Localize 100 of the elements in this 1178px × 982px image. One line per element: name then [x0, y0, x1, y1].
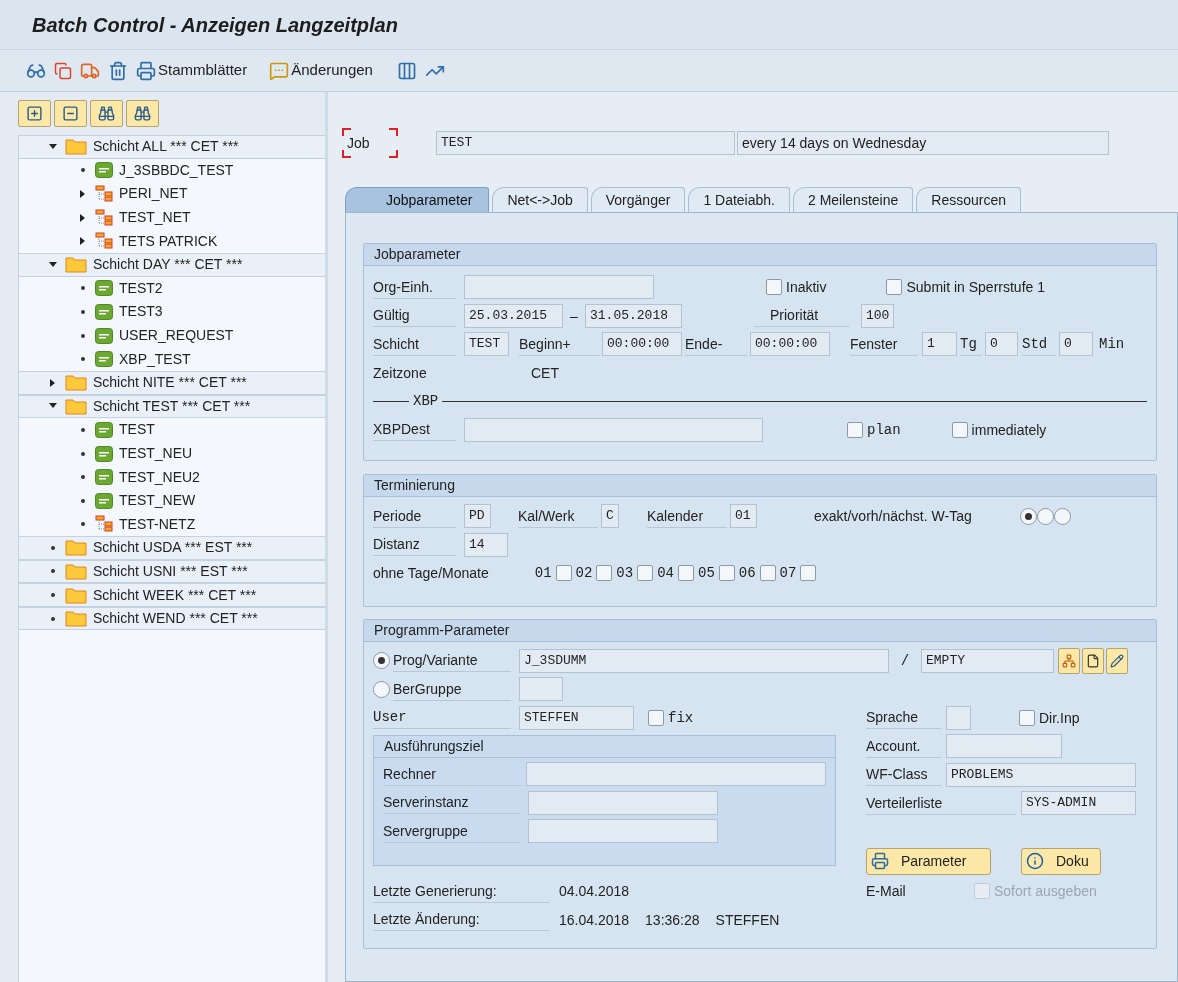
tree-node-label: Schicht ALL *** CET ***	[93, 137, 239, 157]
tree-node[interactable]: TEST_NEU2	[19, 465, 325, 489]
input-field[interactable]: C	[601, 504, 619, 529]
input-field[interactable]: EMPTY	[921, 648, 1054, 673]
checkbox[interactable]	[886, 279, 903, 296]
input-field[interactable]: 01	[730, 504, 757, 529]
input-field[interactable]: 0	[1059, 332, 1093, 357]
job-icon	[95, 469, 113, 486]
input-field[interactable]: 1	[922, 332, 957, 357]
tree-node[interactable]: TEST_NEW	[19, 488, 325, 513]
input-field[interactable]	[946, 705, 971, 730]
parameter-button[interactable]: Parameter	[866, 847, 991, 875]
input-field[interactable]	[464, 275, 654, 300]
checkbox[interactable]	[637, 565, 654, 582]
input-field[interactable]: 25.03.2015	[464, 303, 563, 328]
copy-icon[interactable]	[54, 61, 72, 80]
tree-node[interactable]: TETS PATRICK	[19, 229, 325, 253]
tab[interactable]: Net<->Job	[492, 187, 588, 212]
radio-button[interactable]	[1036, 507, 1054, 525]
input-field[interactable]: 14	[464, 532, 508, 557]
collapse-all-button[interactable]	[54, 100, 87, 127]
field-label: Kalender	[647, 504, 727, 528]
tree-node[interactable]: TEST3	[19, 300, 325, 324]
tree-node[interactable]: Schicht USDA *** EST ***	[19, 536, 325, 560]
tab[interactable]: 2 Meilensteine	[793, 187, 914, 212]
collapse-arrow-icon[interactable]	[49, 142, 57, 151]
expand-arrow-icon[interactable]	[79, 237, 87, 246]
find-next-button[interactable]	[126, 100, 159, 127]
expand-arrow-icon[interactable]	[79, 190, 87, 198]
expand-arrow-icon[interactable]	[49, 378, 57, 387]
tree-node[interactable]: USER_REQUEST	[19, 323, 325, 348]
input-field[interactable]: PD	[464, 504, 491, 529]
checkbox[interactable]	[648, 709, 664, 726]
trash-icon[interactable]	[108, 60, 128, 81]
tree-node[interactable]: Schicht DAY *** CET ***	[19, 252, 325, 277]
expand-all-button[interactable]	[18, 100, 51, 127]
folder-icon	[65, 563, 87, 580]
checkbox[interactable]	[847, 421, 863, 438]
tree-node[interactable]: XBP_TEST	[19, 347, 325, 371]
input-field[interactable]	[528, 790, 718, 815]
columns-icon[interactable]	[396, 60, 417, 81]
checkbox[interactable]	[678, 565, 694, 582]
tab[interactable]: Jobparameter	[345, 187, 490, 212]
documentation-button[interactable]: Doku	[1021, 847, 1101, 875]
tab[interactable]: Ressourcen	[916, 187, 1021, 212]
tree-node[interactable]: TEST	[19, 418, 325, 442]
radio-button[interactable]	[1053, 507, 1071, 525]
input-field[interactable]: J_3SDUMM	[519, 648, 889, 673]
checkbox[interactable]	[718, 565, 735, 582]
input-field[interactable]	[946, 734, 1062, 759]
checkbox[interactable]	[1019, 709, 1035, 726]
input-field[interactable]	[519, 677, 563, 702]
input-field[interactable]	[526, 762, 826, 787]
input-field[interactable]: 00:00:00	[602, 332, 682, 357]
toolbar-button[interactable]: Stammblätter	[136, 59, 248, 82]
checkbox[interactable]	[800, 565, 817, 582]
tree-node[interactable]: Schicht WEND *** CET ***	[19, 606, 325, 631]
input-field[interactable]: 0	[985, 332, 1018, 357]
input-field[interactable]: 31.05.2018	[585, 303, 682, 328]
tree-node[interactable]: Schicht ALL *** CET ***	[19, 135, 325, 159]
input-field[interactable]: STEFFEN	[519, 705, 634, 730]
radio-button[interactable]	[373, 652, 390, 670]
tree-node[interactable]: TEST-NETZ	[19, 512, 325, 537]
checkbox[interactable]	[759, 565, 776, 582]
checkbox[interactable]	[766, 279, 782, 296]
tree-node[interactable]: TEST2	[19, 276, 325, 301]
input-field[interactable]: TEST	[436, 131, 735, 155]
input-field[interactable]: SYS-ADMIN	[1021, 791, 1136, 816]
input-field[interactable]	[528, 819, 718, 844]
input-field[interactable]: every 14 days on Wednesday	[737, 131, 1109, 155]
input-field[interactable]: 100	[861, 303, 894, 328]
radio-button[interactable]	[373, 680, 390, 698]
tree-node[interactable]: TEST_NET	[19, 205, 325, 230]
tree-node[interactable]: TEST_NEU	[19, 441, 325, 466]
new-button[interactable]	[1082, 647, 1104, 674]
tab[interactable]: Vorgänger	[590, 187, 686, 212]
checkbox[interactable]	[951, 421, 968, 438]
job-icon	[95, 421, 113, 438]
checkbox[interactable]	[596, 565, 613, 582]
find-button[interactable]	[90, 100, 123, 127]
input-field[interactable]: PROBLEMS	[946, 762, 1136, 787]
expand-arrow-icon[interactable]	[79, 213, 87, 222]
info-icon	[1026, 852, 1044, 870]
field-label: Servergruppe	[383, 819, 521, 843]
input-field[interactable]: 00:00:00	[750, 332, 830, 357]
tree-node[interactable]: Schicht WEEK *** CET ***	[19, 583, 325, 607]
radio-button[interactable]	[1019, 507, 1037, 525]
tab[interactable]: 1 Dateiabh.	[688, 187, 790, 212]
tree-node[interactable]: J_3SBBDC_TEST	[19, 158, 325, 183]
checkbox[interactable]	[555, 565, 572, 582]
collapse-arrow-icon[interactable]	[49, 260, 57, 269]
tree-node[interactable]: PERI_NET	[19, 182, 325, 206]
tree-node[interactable]: Schicht NITE *** CET ***	[19, 370, 325, 395]
change-button[interactable]	[1106, 647, 1128, 674]
input-field[interactable]: TEST	[464, 332, 509, 357]
text-label: 07	[779, 564, 797, 584]
tree-node[interactable]: Schicht USNI *** EST ***	[19, 559, 325, 584]
input-field[interactable]	[464, 417, 763, 442]
toolbar-button[interactable]: Änderungen	[269, 59, 373, 82]
tree-node[interactable]: Schicht TEST *** CET ***	[19, 394, 325, 419]
